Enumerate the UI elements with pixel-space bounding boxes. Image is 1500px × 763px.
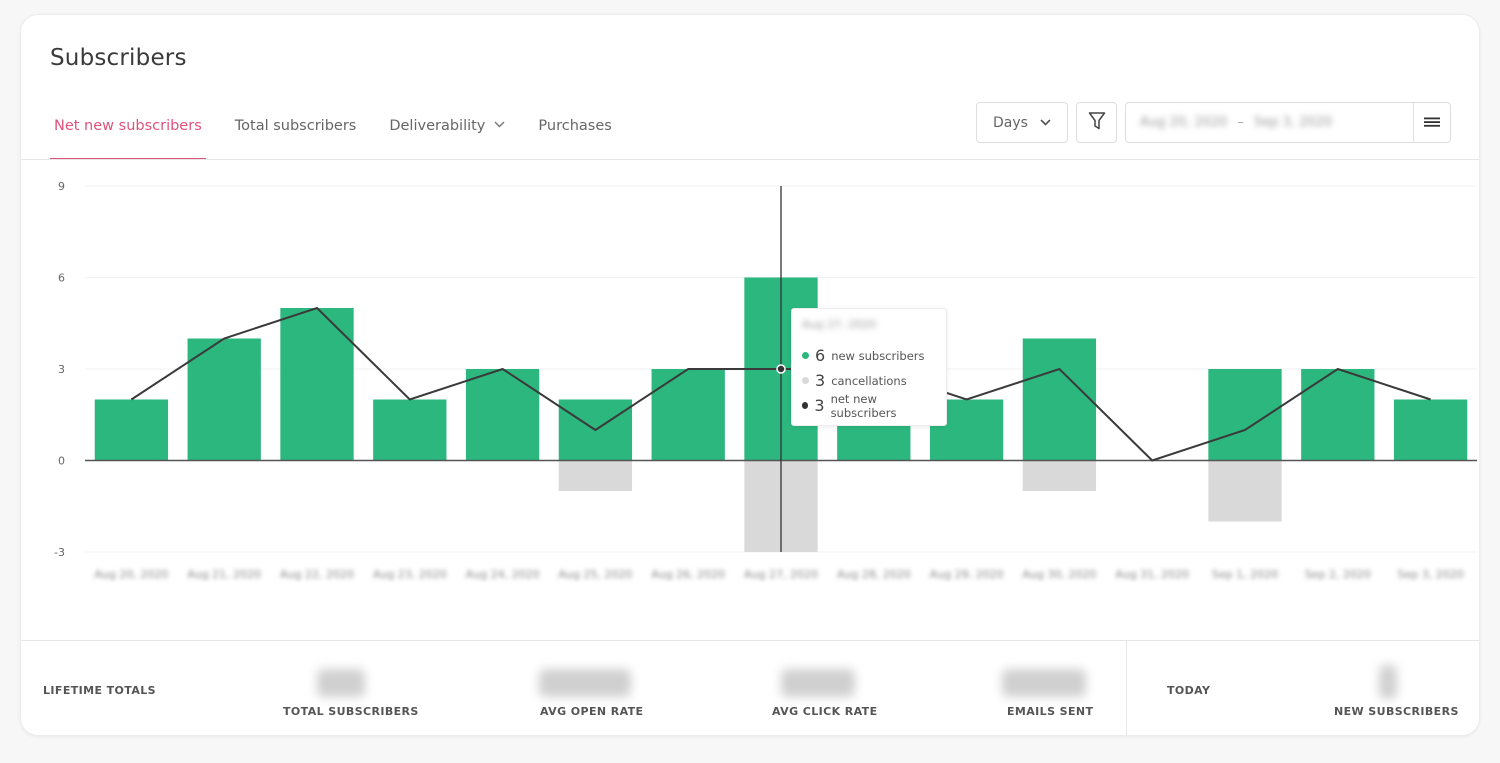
bar-new-subscribers	[465, 369, 540, 461]
avg-click-rate-label: AVG CLICK RATE	[772, 705, 878, 718]
date-range-picker[interactable]: Aug 20, 2020 – Sep 3, 2020	[1125, 102, 1451, 143]
x-tick-label: Aug 30, 2020	[1022, 568, 1096, 581]
x-tick-label: Aug 23, 2020	[373, 568, 447, 581]
tooltip-row-new: 6 new subscribers	[802, 343, 936, 368]
today-new-subscribers-label: NEW SUBSCRIBERS	[1334, 705, 1459, 718]
bar-new-subscribers	[1022, 338, 1097, 461]
bar-new-subscribers	[651, 369, 725, 461]
tooltip-label: new subscribers	[831, 348, 925, 363]
bar-new-subscribers	[1393, 399, 1468, 461]
today-label: TODAY	[1167, 684, 1211, 697]
subscribers-card: Subscribers Net new subscribers Total su…	[20, 14, 1480, 736]
chevron-down-icon	[494, 114, 505, 136]
tooltip-row-net: 3 net new subscribers	[802, 391, 936, 420]
y-tick-label: 0	[58, 455, 65, 468]
x-tick-label: Aug 28, 2020	[837, 568, 911, 581]
legend-dot-cancellations	[802, 377, 809, 384]
avg-open-rate-value	[539, 669, 631, 697]
today-new-subscribers-value	[1379, 665, 1397, 699]
bar-cancellations	[1022, 460, 1097, 491]
granularity-select[interactable]: Days	[976, 102, 1068, 143]
tooltip-value: 3	[814, 396, 825, 415]
filter-button[interactable]	[1076, 102, 1117, 143]
x-tick-label: Sep 2, 2020	[1305, 568, 1371, 581]
x-tick-label: Aug 26, 2020	[651, 568, 725, 581]
x-tick-label: Aug 21, 2020	[187, 568, 261, 581]
tooltip-label: net new subscribers	[830, 391, 897, 420]
bar-new-subscribers	[280, 308, 354, 461]
net-new-subscribers-chart[interactable]: 9 6 3 0 -3 Aug 20, 2020 Aug 21, 2020 Aug 22, 20…	[21, 160, 1479, 640]
bar-new-subscribers	[1208, 369, 1282, 461]
x-tick-label: Sep 3, 2020	[1397, 568, 1463, 581]
lifetime-totals-label: LIFETIME TOTALS	[43, 684, 156, 697]
bar-cancellations	[558, 460, 633, 491]
tooltip-value: 3	[815, 371, 826, 390]
x-tick-label: Sep 1, 2020	[1212, 568, 1278, 581]
tab-label: Total subscribers	[234, 118, 357, 134]
tooltip-row-cancellations: 3 cancellations	[802, 368, 936, 393]
bar-new-subscribers	[187, 338, 261, 461]
granularity-value: Days	[993, 114, 1028, 131]
chevron-down-icon	[1040, 116, 1051, 129]
hover-point-marker	[776, 364, 786, 374]
bar-cancellations	[1208, 460, 1282, 522]
date-range-separator: –	[1237, 115, 1244, 130]
x-tick-label: Aug 20, 2020	[94, 568, 168, 581]
chart-tooltip: Aug 27, 2020 6 new subscribers 3 cancell…	[791, 308, 947, 426]
tab-purchases[interactable]: Purchases	[534, 115, 615, 160]
tab-label: Net new subscribers	[54, 118, 202, 134]
avg-click-rate-value	[781, 669, 855, 697]
tooltip-date: Aug 27, 2020	[802, 318, 876, 331]
tab-deliverability[interactable]: Deliverability	[385, 115, 509, 160]
tab-net-new-subscribers[interactable]: Net new subscribers	[50, 115, 206, 160]
x-tick-label: Aug 31, 2020	[1115, 568, 1189, 581]
legend-dot-new	[802, 352, 809, 359]
chart-menu-button[interactable]	[1413, 103, 1450, 142]
filter-icon	[1088, 111, 1106, 135]
page-title: Subscribers	[50, 45, 187, 71]
bar-new-subscribers	[1301, 369, 1375, 461]
emails-sent-value	[1002, 669, 1086, 697]
y-tick-label: 3	[58, 363, 65, 376]
tab-label: Purchases	[538, 118, 612, 134]
tooltip-value: 6	[815, 346, 826, 365]
date-range-start: Aug 20, 2020	[1140, 115, 1228, 130]
total-subscribers-value	[317, 669, 365, 697]
bar-new-subscribers	[373, 399, 447, 461]
chart-tabs: Net new subscribers Total subscribers De…	[50, 115, 641, 160]
legend-dot-net	[802, 402, 809, 409]
y-tick-label: 6	[58, 272, 65, 285]
x-tick-label: Aug 24, 2020	[466, 568, 540, 581]
tooltip-label: cancellations	[831, 373, 907, 388]
x-tick-label: Aug 27, 2020	[744, 568, 818, 581]
lifetime-totals-footer: LIFETIME TOTALS TOTAL SUBSCRIBERS AVG OP…	[21, 641, 1479, 735]
chart-svg: 9 6 3 0 -3 Aug 20, 2020 Aug 21, 2020 Aug 22, 20…	[54, 180, 1477, 581]
today-divider	[1126, 641, 1127, 735]
tab-label: Deliverability	[389, 118, 486, 134]
bar-new-subscribers	[94, 399, 169, 461]
tab-total-subscribers[interactable]: Total subscribers	[231, 115, 361, 160]
x-tick-label: Aug 22, 2020	[280, 568, 354, 581]
emails-sent-label: EMAILS SENT	[1007, 705, 1094, 718]
total-subscribers-label: TOTAL SUBSCRIBERS	[283, 705, 419, 718]
hamburger-menu-icon	[1424, 113, 1440, 132]
x-tick-label: Aug 25, 2020	[558, 568, 632, 581]
y-tick-label: 9	[58, 180, 65, 193]
chart-controls: Days Aug 20, 2020 – Sep 3, 2020	[976, 102, 1451, 143]
avg-open-rate-label: AVG OPEN RATE	[540, 705, 644, 718]
date-range-end: Sep 3, 2020	[1253, 115, 1333, 130]
x-tick-label: Aug 29, 2020	[930, 568, 1004, 581]
y-tick-label: -3	[54, 546, 65, 559]
